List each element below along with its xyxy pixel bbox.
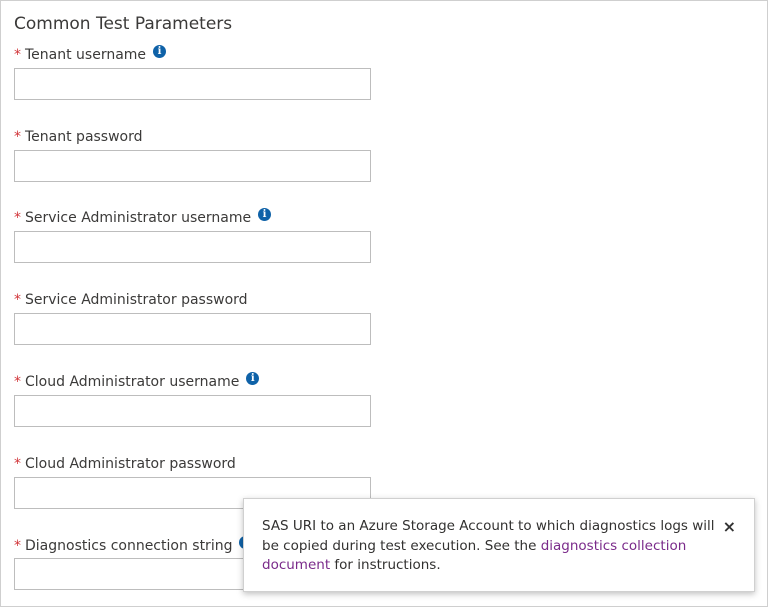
required-asterisk: *: [14, 456, 21, 472]
tenant-username-input[interactable]: [14, 68, 371, 100]
required-asterisk: *: [14, 210, 21, 226]
service-admin-username-input[interactable]: [14, 231, 371, 263]
required-asterisk: *: [14, 538, 21, 554]
field-label-text: Service Administrator username: [25, 210, 252, 226]
tenant-password-input[interactable]: [14, 150, 371, 182]
field-label-text: Tenant username: [25, 47, 147, 63]
tooltip-text-after: for instructions.: [330, 557, 441, 573]
cloud-admin-username-input[interactable]: [14, 395, 371, 427]
info-icon[interactable]: i: [153, 44, 167, 58]
field-label-text: Cloud Administrator password: [25, 456, 236, 472]
field-label-text: Tenant password: [25, 129, 143, 145]
cloud-admin-password-label: * Cloud Administrator password: [14, 456, 236, 472]
info-icon[interactable]: i: [246, 371, 260, 385]
service-admin-username-label: * Service Administrator username i: [14, 207, 272, 226]
diagnostics-connection-string-label: * Diagnostics connection string i: [14, 535, 253, 554]
required-asterisk: *: [14, 47, 21, 63]
section-title: Common Test Parameters: [14, 14, 233, 34]
tenant-username-label: * Tenant username i: [14, 44, 167, 63]
tenant-password-label: * Tenant password: [14, 129, 143, 145]
close-icon[interactable]: ×: [723, 519, 736, 535]
required-asterisk: *: [14, 129, 21, 145]
required-asterisk: *: [14, 374, 21, 390]
info-icon[interactable]: i: [258, 207, 272, 221]
info-tooltip: SAS URI to an Azure Storage Account to w…: [243, 498, 755, 592]
tooltip-text: SAS URI to an Azure Storage Account to w…: [262, 517, 717, 576]
required-asterisk: *: [14, 292, 21, 308]
service-admin-password-input[interactable]: [14, 313, 371, 345]
field-label-text: Diagnostics connection string: [25, 538, 233, 554]
cloud-admin-username-label: * Cloud Administrator username i: [14, 371, 260, 390]
service-admin-password-label: * Service Administrator password: [14, 292, 248, 308]
field-label-text: Cloud Administrator username: [25, 374, 240, 390]
field-label-text: Service Administrator password: [25, 292, 248, 308]
